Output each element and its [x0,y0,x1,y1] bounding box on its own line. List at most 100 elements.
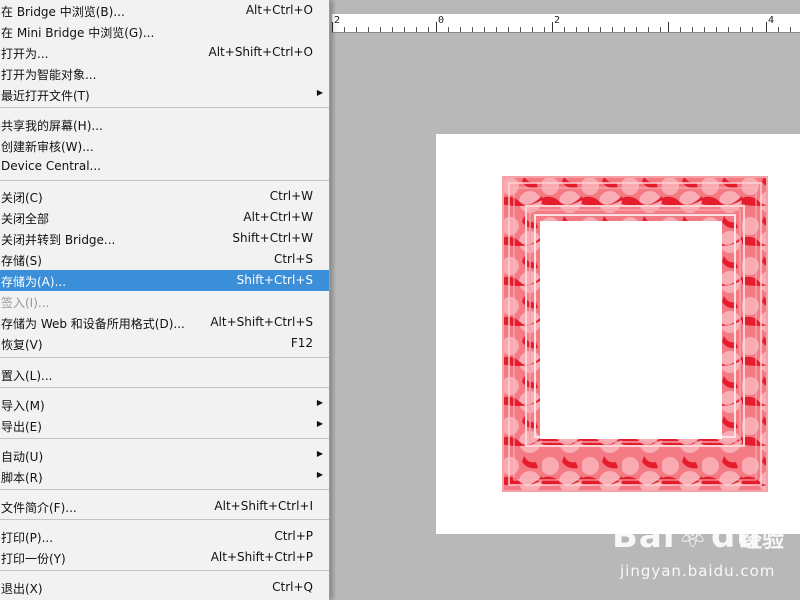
menu-item-browse-in-mini-bridge[interactable]: 在 Mini Bridge 中浏览(G)... [0,21,329,42]
menu-item-import[interactable]: 导入(M) ▶ [0,394,329,415]
menu-item-label: 自动(U) [1,450,44,464]
ruler-tick [636,27,637,32]
menu-separator [0,489,329,490]
document-canvas[interactable] [436,134,800,534]
menu-item-label: 签入(I)... [1,296,50,310]
menu-item-label: 存储为 Web 和设备所用格式(D)... [1,317,185,331]
menu-item-share-my-screen[interactable]: 共享我的屏幕(H)... [0,114,329,135]
menu-item-label: Device Central... [1,159,101,173]
menu-separator [0,107,329,108]
menu-item-label: 脚本(R) [1,471,43,485]
menu-item-shortcut: Alt+Shift+Ctrl+S [210,315,313,329]
ruler-tick [380,27,381,32]
menu-item-shortcut: Ctrl+Q [272,580,313,594]
ruler-label: 2 [334,15,341,26]
menu-item-scripts[interactable]: 脚本(R) ▶ [0,466,329,487]
menu-separator [0,357,329,358]
ruler-tick [692,27,693,32]
menu-item-label: 创建新审核(W)... [1,140,94,154]
paw-icon: ⚛ [677,516,709,556]
menu-item-label: 导入(M) [1,399,45,413]
ruler-tick [344,27,345,32]
menu-item-revert[interactable]: 恢复(V) F12 [0,333,329,354]
ruler-tick [624,27,625,32]
menu-item-label: 置入(L)... [1,369,53,383]
menu-item-shortcut: Alt+Ctrl+O [245,3,313,17]
menu-item-save-as[interactable]: 存储为(A)... Shift+Ctrl+S [0,270,329,291]
ruler-tick [728,27,729,32]
menu-item-exit[interactable]: 退出(X) Ctrl+Q [0,577,329,598]
ruler-tick [564,27,565,32]
baidu-logo-text: Bai [612,516,676,556]
ruler-tick [436,22,437,32]
menu-item-label: 文件简介(F)... [1,501,77,515]
menu-separator [0,570,329,571]
menu-item-shortcut: Alt+Shift+Ctrl+O [208,45,313,59]
menu-item-file-info[interactable]: 文件简介(F)... Alt+Shift+Ctrl+I [0,496,329,517]
menu-item-open-as[interactable]: 打开为... Alt+Shift+Ctrl+O [0,42,329,63]
ruler-tick [368,27,369,32]
ruler-tick [766,22,767,32]
ruler-tick [496,27,497,32]
menu-item-shortcut: Ctrl+P [274,529,313,543]
menu-item-browse-in-bridge[interactable]: 在 Bridge 中浏览(B)... Alt+Ctrl+O [0,0,329,21]
ruler-label: 4 [768,15,775,26]
menu-separator [0,387,329,388]
menu-item-label: 关闭(C) [1,191,43,205]
menu-item-open-recent[interactable]: 最近打开文件(T) ▶ [0,84,329,105]
ruler-tick [508,27,509,32]
submenu-arrow-icon: ▶ [316,398,323,407]
ruler-tick [356,27,357,32]
ruler-tick [520,27,521,32]
file-menu: 在 Bridge 中浏览(B)... Alt+Ctrl+O 在 Mini Brid… [0,0,330,600]
menu-item-close-all[interactable]: 关闭全部 Alt+Ctrl+W [0,207,329,228]
menu-item-save[interactable]: 存储(S) Ctrl+S [0,249,329,270]
menu-item-shortcut: Shift+Ctrl+S [236,273,313,287]
menu-item-export[interactable]: 导出(E) ▶ [0,415,329,436]
ruler-tick [544,27,545,32]
menu-item-label: 存储(S) [1,254,42,268]
ruler-tick [588,27,589,32]
menu-item-shortcut: Shift+Ctrl+W [232,231,313,245]
menu-item-open-as-smart-object[interactable]: 打开为智能对象... [0,63,329,84]
watermark-url: jingyan.baidu.com [620,562,776,580]
menu-separator [0,519,329,520]
ruler-tick [752,27,753,32]
ruler-tick [660,27,661,32]
menu-item-label: 关闭全部 [1,212,50,226]
menu-item-label: 退出(X) [1,582,43,596]
menu-item-save-for-web[interactable]: 存储为 Web 和设备所用格式(D)... Alt+Shift+Ctrl+S [0,312,329,333]
ruler-tick [668,22,669,32]
picture-frame-image [502,176,768,492]
ruler-tick [552,22,553,32]
menu-item-label: 打印一份(Y) [1,552,66,566]
watermark-brand: 经验 [740,528,785,553]
ruler-tick [532,27,533,32]
ruler-tick [790,27,791,32]
ruler-label: 2 [554,15,561,26]
menu-item-create-new-review[interactable]: 创建新审核(W)... [0,135,329,156]
horizontal-ruler: 2 0 2 4 [332,14,800,33]
menu-item-print-one-copy[interactable]: 打印一份(Y) Alt+Shift+Ctrl+P [0,547,329,568]
menu-item-print[interactable]: 打印(P)... Ctrl+P [0,526,329,547]
menu-item-automate[interactable]: 自动(U) ▶ [0,445,329,466]
menu-item-label: 导出(E) [1,420,42,434]
ruler-tick [648,27,649,32]
ruler-label: 0 [438,15,445,26]
ruler-tick [484,27,485,32]
menu-item-place[interactable]: 置入(L)... [0,364,329,385]
menu-item-close-and-go-to-bridge[interactable]: 关闭并转到 Bridge... Shift+Ctrl+W [0,228,329,249]
menu-item-shortcut: Alt+Shift+Ctrl+I [214,499,313,513]
submenu-arrow-icon: ▶ [316,470,323,479]
ruler-tick [600,27,601,32]
menu-item-label: 在 Bridge 中浏览(B)... [1,5,125,19]
ruler-tick [404,27,405,32]
ruler-tick [704,27,705,32]
ruler-tick [680,27,681,32]
ruler-tick [472,27,473,32]
menu-item-close[interactable]: 关闭(C) Ctrl+W [0,186,329,207]
menu-item-label: 打开为智能对象... [1,68,97,82]
menu-item-device-central[interactable]: Device Central... [0,156,329,177]
ruler-tick [416,27,417,32]
menu-separator [0,438,329,439]
